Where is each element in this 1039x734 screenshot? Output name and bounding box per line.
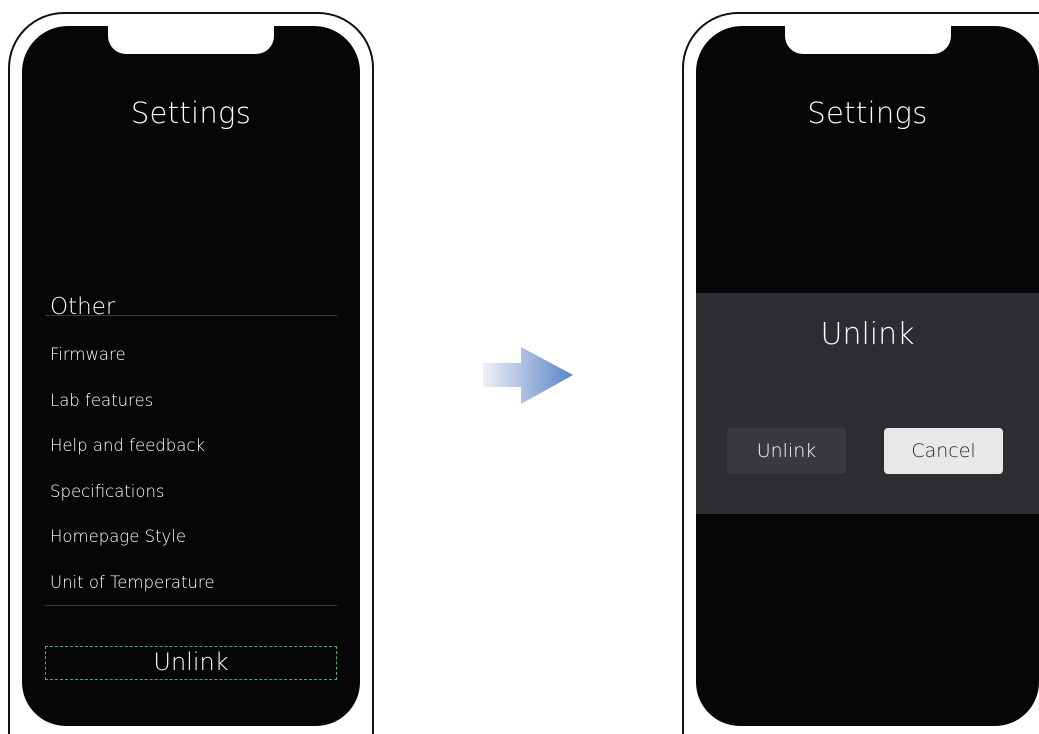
dialog-unlink-button[interactable]: Unlink	[727, 428, 846, 474]
menu-item-lab-features[interactable]: Lab features	[50, 388, 215, 434]
unlink-button[interactable]: Unlink	[45, 646, 337, 680]
phone-notch	[784, 26, 951, 54]
settings-screen-with-dialog: Settings Unlink Unlink Cancel	[696, 26, 1039, 726]
dialog-title: Unlink	[820, 317, 915, 352]
menu-item-homepage-style[interactable]: Homepage Style	[50, 524, 215, 570]
phone-notch	[108, 26, 274, 54]
menu-item-help-feedback[interactable]: Help and feedback	[50, 433, 215, 479]
settings-menu: Firmware Lab features Help and feedback …	[50, 342, 215, 615]
page-title: Settings	[130, 96, 252, 130]
page-title: Settings	[807, 96, 928, 130]
dialog-cancel-button[interactable]: Cancel	[884, 428, 1003, 474]
phone-frame-right: Settings Unlink Unlink Cancel	[682, 12, 1039, 734]
phone-frame-left: Settings Other Firmware Lab features Hel…	[8, 12, 374, 734]
menu-item-specifications[interactable]: Specifications	[50, 479, 215, 525]
settings-screen: Settings Other Firmware Lab features Hel…	[22, 26, 360, 726]
arrow-right-icon	[483, 347, 573, 404]
unlink-dialog: Unlink Unlink Cancel	[696, 293, 1039, 514]
section-divider	[45, 315, 337, 316]
menu-item-unit-of-temperature[interactable]: Unit of Temperature	[50, 570, 215, 616]
menu-item-firmware[interactable]: Firmware	[50, 342, 215, 388]
section-header-other: Other	[50, 294, 116, 320]
menu-divider	[45, 605, 337, 606]
